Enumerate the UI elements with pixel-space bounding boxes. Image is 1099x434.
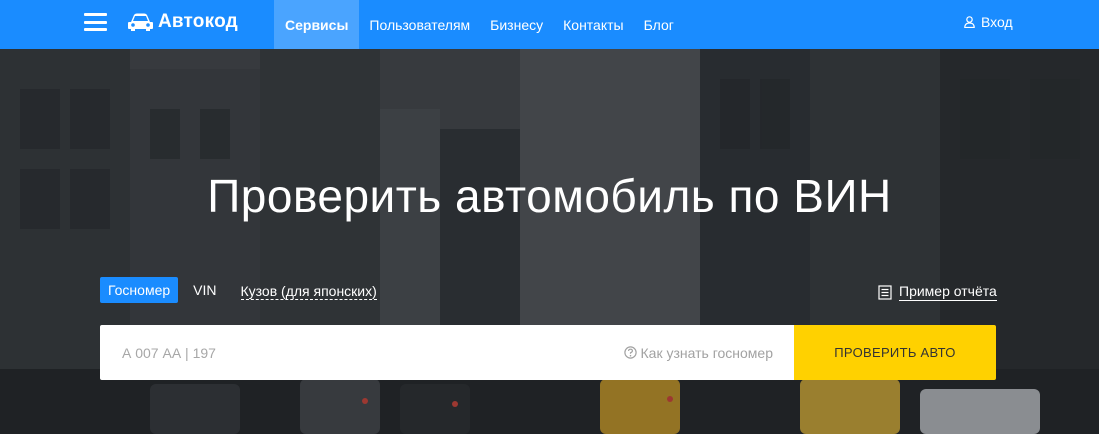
plate-number-input[interactable] — [100, 325, 600, 380]
nav-item-business[interactable]: Бизнесу — [480, 0, 553, 49]
sample-report-label: Пример отчёта — [899, 283, 997, 301]
nav-item-services[interactable]: Сервисы — [274, 0, 360, 49]
user-icon — [964, 16, 975, 28]
search-box: Как узнать госномер — [100, 325, 794, 380]
login-label: Вход — [981, 14, 1013, 30]
tab-body-number[interactable]: Кузов (для японских) — [240, 282, 377, 300]
nav-item-contacts[interactable]: Контакты — [553, 0, 633, 49]
sample-report-link[interactable]: Пример отчёта — [878, 282, 997, 302]
search-type-tabs: Госномер VIN Кузов (для японских) — [100, 277, 377, 303]
question-circle-icon — [623, 346, 637, 359]
tab-plate-number[interactable]: Госномер — [100, 277, 179, 303]
check-car-button[interactable]: ПРОВЕРИТЬ АВТО — [794, 325, 996, 380]
login-link[interactable]: Вход — [964, 0, 1013, 44]
document-icon — [878, 284, 892, 300]
help-link[interactable]: Как узнать госномер — [623, 325, 773, 380]
nav-item-blog[interactable]: Блог — [634, 0, 684, 49]
hamburger-icon[interactable] — [84, 13, 107, 31]
help-label: Как узнать госномер — [640, 344, 773, 361]
hero-title: Проверить автомобиль по ВИН — [207, 170, 892, 222]
nav-item-users[interactable]: Пользователям — [359, 0, 480, 49]
main-nav: Сервисы Пользователям Бизнесу Контакты Б… — [274, 0, 684, 49]
site-logo[interactable]: Автокод — [127, 9, 238, 35]
search-form: Как узнать госномер ПРОВЕРИТЬ АВТО — [100, 325, 996, 380]
top-navigation-bar: Автокод Сервисы Пользователям Бизнесу Ко… — [0, 0, 1099, 49]
car-icon — [128, 13, 153, 31]
logo-text: Автокод — [158, 11, 238, 32]
tab-vin[interactable]: VIN — [193, 277, 216, 303]
hero-section: Проверить автомобиль по ВИН Госномер VIN… — [0, 49, 1099, 434]
